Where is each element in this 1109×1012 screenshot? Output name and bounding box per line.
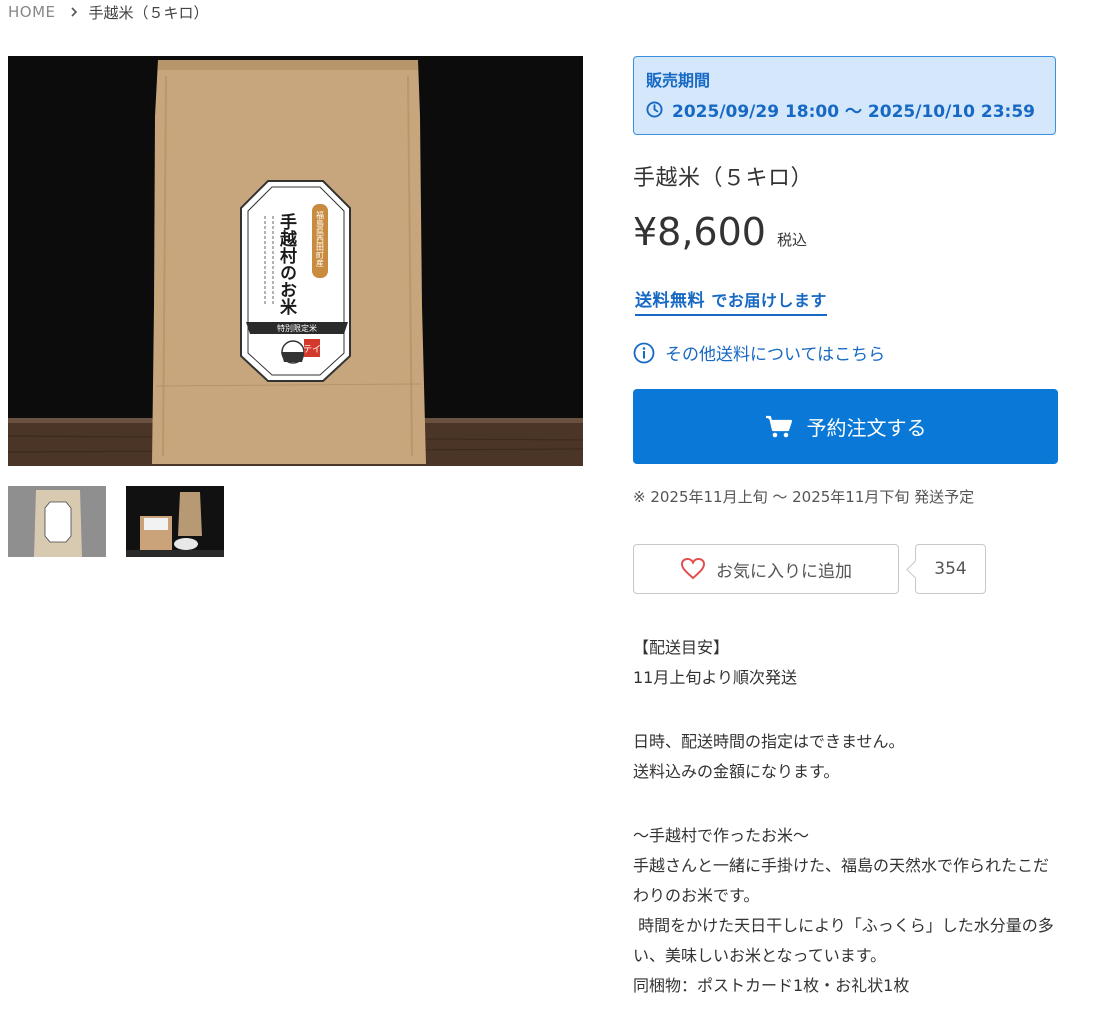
description-line: い、美味しいお米となっています。 [633, 946, 887, 965]
sale-period-label: 販売期間 [646, 71, 711, 90]
product-main-image: 手越村のお米 福島県西田町産 特別限定米 テイ [8, 56, 583, 466]
svg-text:手越村のお米: 手越村のお米 [276, 212, 298, 316]
other-shipping-link[interactable]: その他送料についてはこちら [633, 340, 885, 365]
bag-label-origin: 福島県西田町産 [316, 211, 325, 268]
free-shipping-bold: 送料無料 [635, 291, 705, 311]
favorite-count: 354 [915, 544, 986, 594]
description-line: 11月上旬より順次発送 [633, 668, 798, 687]
add-favorite-label: お気に入りに追加 [716, 561, 852, 582]
heart-icon [680, 557, 706, 580]
chevron-right-icon [70, 7, 77, 17]
other-shipping-label[interactable]: その他送料についてはこちら [665, 340, 885, 365]
sale-period-box: 販売期間 2025/09/29 18:00 〜 2025/10/10 23:59 [633, 56, 1056, 135]
product-price: ¥8,600 [633, 210, 766, 254]
description-heading: 【配送目安】 [633, 638, 730, 657]
breadcrumb-current: 手越米（５キロ） [88, 3, 209, 22]
description-line: わりのお米です。 [633, 886, 760, 905]
description-line: 送料込みの金額になります。 [633, 762, 840, 781]
bag-label-title: 手越村のお米 [276, 212, 298, 316]
free-shipping-label: 送料無料 でお届けします [635, 286, 827, 316]
description-line: 〜手越村で作ったお米〜 [633, 826, 810, 845]
thumbnail-2[interactable] [126, 486, 224, 557]
tax-label: 税込 [776, 231, 807, 249]
shipping-schedule-note: ※ 2025年11月上旬 ～ 2025年11月下旬 発送予定 [633, 488, 975, 506]
bag-label-logo: テイ [303, 344, 321, 355]
description-line: 手越さんと一緒に手掛けた、福島の天然水で作られたこだ [633, 856, 1050, 875]
bag-label-ribbon: 特別限定米 [277, 323, 317, 333]
breadcrumb: HOME 手越米（５キロ） [8, 2, 209, 22]
thumbnail-1[interactable] [8, 486, 106, 557]
preorder-button[interactable]: 予約注文する [633, 389, 1058, 464]
product-description: 【配送目安】 11月上旬より順次発送 日時、配送時間の指定はできません。 送料込… [633, 633, 1109, 1001]
description-line: 時間をかけた天日干しにより「ふっくら」した水分量の多 [633, 916, 1054, 935]
description-line: 日時、配送時間の指定はできません。 [633, 732, 905, 751]
info-icon [633, 342, 655, 363]
preorder-button-label: 予約注文する [806, 418, 927, 440]
clock-icon [646, 101, 663, 118]
sale-period-dates: 2025/09/29 18:00 〜 2025/10/10 23:59 [672, 102, 1035, 122]
product-title: 手越米（５キロ） [633, 166, 814, 191]
price-row: ¥8,600 税込 [633, 210, 807, 254]
add-favorite-button[interactable]: お気に入りに追加 [633, 544, 899, 594]
breadcrumb-home-link[interactable]: HOME [8, 3, 56, 21]
description-line: 同梱物：ポストカード1枚・お礼状1枚 [633, 976, 910, 995]
free-shipping-rest: でお届けします [711, 291, 827, 310]
cart-icon [765, 415, 792, 437]
